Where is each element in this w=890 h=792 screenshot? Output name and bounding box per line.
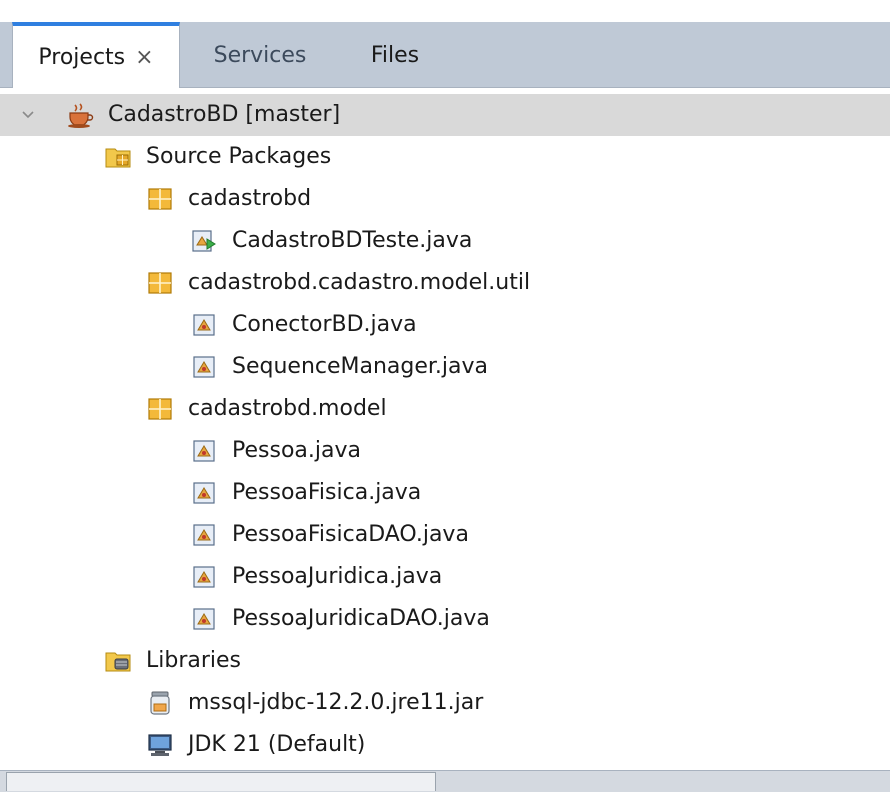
coffee-cup-icon: [66, 101, 94, 129]
tree-row[interactable]: SequenceManager.java: [0, 346, 890, 388]
tree-row-label: mssql-jdbc-12.2.0.jre11.jar: [188, 690, 484, 715]
java-class-icon: [190, 563, 218, 591]
tree-row[interactable]: cadastrobd: [0, 178, 890, 220]
tree-row-label: Libraries: [146, 648, 242, 673]
tree-row[interactable]: cadastrobd.model: [0, 388, 890, 430]
tab-services-label: Services: [213, 42, 307, 68]
tree-row-label: CadastroBD [master]: [108, 102, 341, 127]
tree-row-label: cadastrobd: [188, 186, 312, 211]
tree-row[interactable]: CadastroBDTeste.java: [0, 220, 890, 262]
java-main-class-icon: [190, 227, 218, 255]
tab-files[interactable]: Files: [340, 22, 450, 88]
tree-row-label: PessoaJuridica.java: [232, 564, 443, 589]
tab-projects-label: Projects: [38, 44, 126, 70]
tree-row-label: cadastrobd.model: [188, 396, 387, 421]
next-project-row[interactable]: [0, 752, 890, 770]
tree-row[interactable]: PessoaFisicaDAO.java: [0, 514, 890, 556]
tree-row[interactable]: mssql-jdbc-12.2.0.jre11.jar: [0, 682, 890, 724]
tree-row-label: Source Packages: [146, 144, 332, 169]
tab-services[interactable]: Services: [190, 22, 330, 88]
bottom-panel-tab[interactable]: [6, 772, 436, 791]
tab-projects[interactable]: Projects ×: [12, 22, 180, 88]
folder-packages-icon: [104, 143, 132, 171]
tree-row[interactable]: Libraries: [0, 640, 890, 682]
java-class-icon: [190, 521, 218, 549]
tree-row-label: PessoaFisica.java: [232, 480, 422, 505]
tree-row-label: ConectorBD.java: [232, 312, 417, 337]
chevron-down-icon[interactable]: [18, 105, 38, 125]
tree-row[interactable]: CadastroBD [master]: [0, 94, 890, 136]
package-icon: [146, 395, 174, 423]
package-icon: [146, 185, 174, 213]
java-class-icon: [190, 353, 218, 381]
tree-row[interactable]: PessoaJuridica.java: [0, 556, 890, 598]
tab-bar: Projects × Services Files: [0, 22, 890, 88]
java-class-icon: [190, 605, 218, 633]
tree-row[interactable]: Pessoa.java: [0, 430, 890, 472]
tree-row[interactable]: ConectorBD.java: [0, 304, 890, 346]
java-class-icon: [190, 437, 218, 465]
package-icon: [146, 269, 174, 297]
tree-row-label: CadastroBDTeste.java: [232, 228, 473, 253]
tree-row[interactable]: PessoaJuridicaDAO.java: [0, 598, 890, 640]
close-icon[interactable]: ×: [135, 45, 153, 70]
tree-row-label: Pessoa.java: [232, 438, 361, 463]
jar-icon: [146, 689, 174, 717]
tab-files-label: Files: [370, 42, 420, 68]
java-class-icon: [190, 479, 218, 507]
tree-row-label: cadastrobd.cadastro.model.util: [188, 270, 531, 295]
folder-libraries-icon: [104, 647, 132, 675]
tree-row[interactable]: PessoaFisica.java: [0, 472, 890, 514]
tree-row-label: PessoaFisicaDAO.java: [232, 522, 469, 547]
tree-row[interactable]: cadastrobd.cadastro.model.util: [0, 262, 890, 304]
tree-row-label: PessoaJuridicaDAO.java: [232, 606, 490, 631]
top-spacer: [0, 0, 890, 22]
tree-row[interactable]: Source Packages: [0, 136, 890, 178]
java-class-icon: [190, 311, 218, 339]
tree-row-label: SequenceManager.java: [232, 354, 489, 379]
